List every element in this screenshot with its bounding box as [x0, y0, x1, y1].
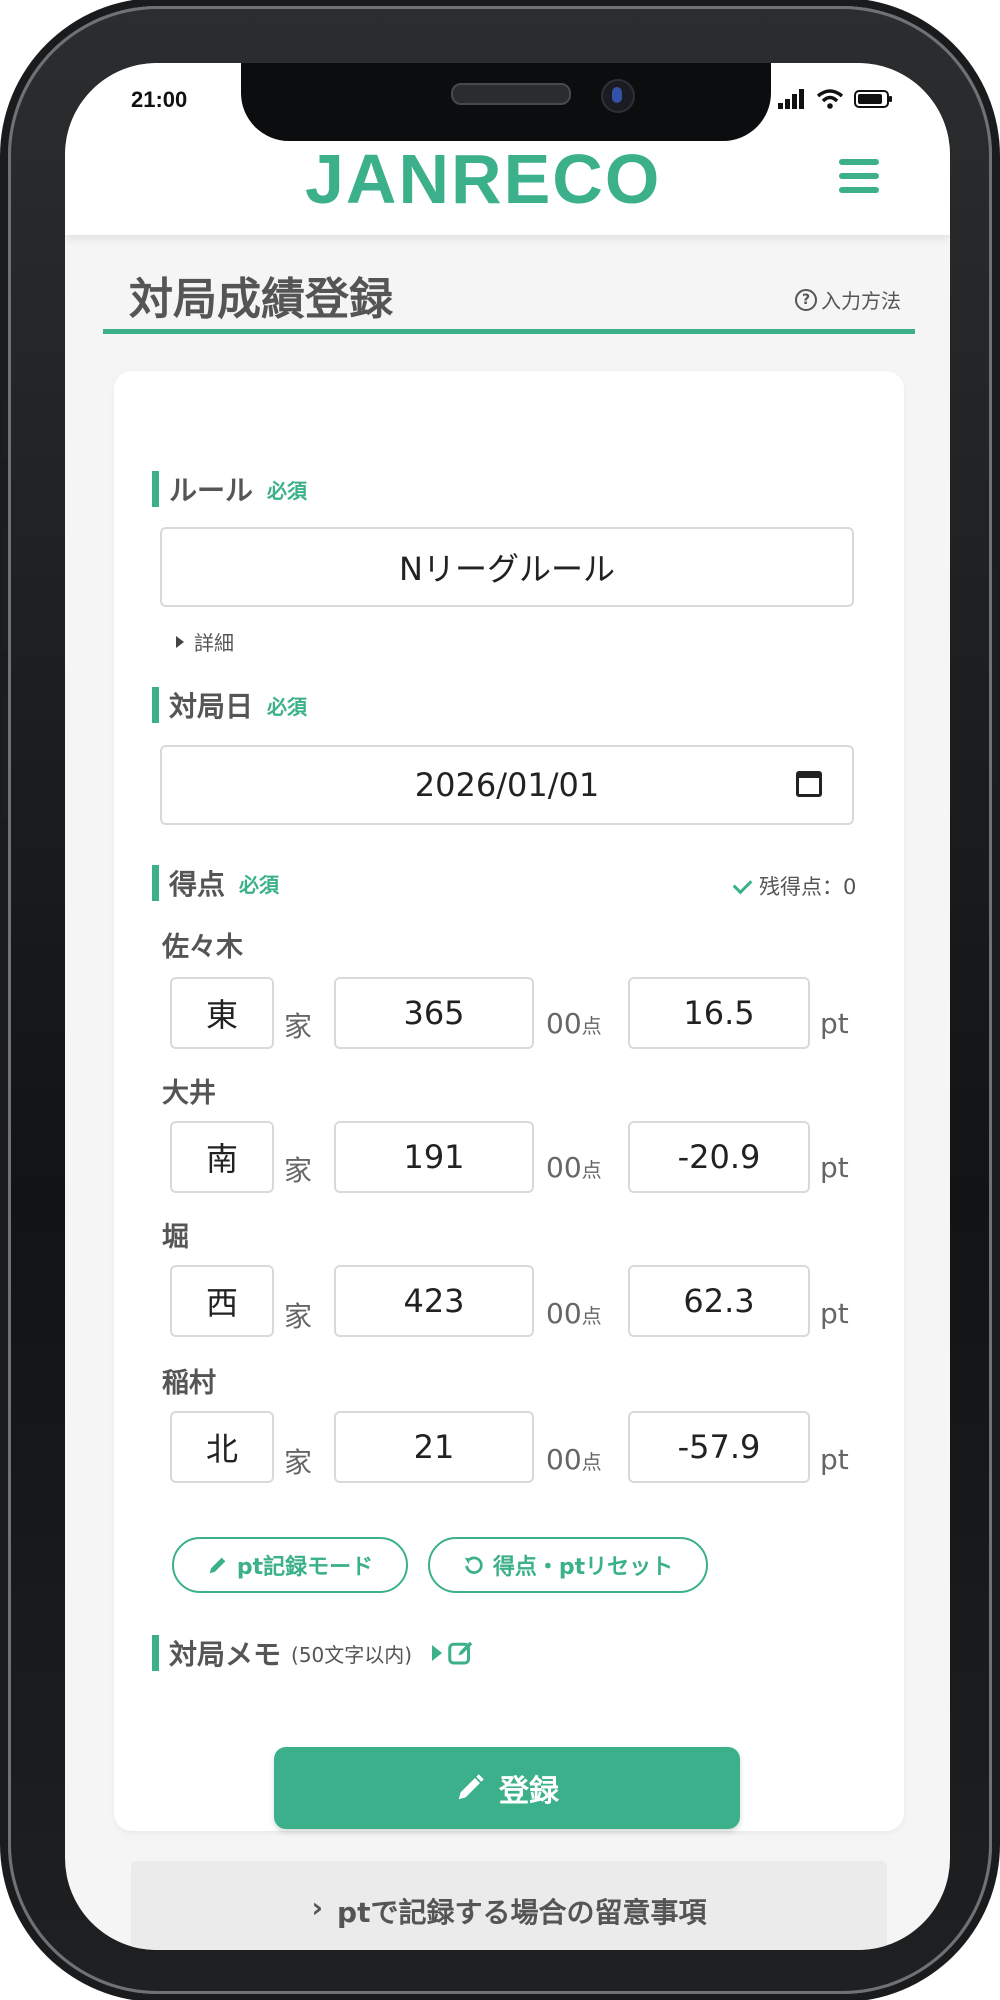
seat-suffix: 家	[284, 1010, 313, 1043]
seat-suffix: 家	[284, 1300, 313, 1333]
page-title: 対局成績登録	[129, 274, 393, 325]
phone-screen: JANRECO 21:00 対局成績登録 ? 入力方法 ルール 必須 Nリーグル…	[65, 63, 950, 1950]
seat-input[interactable]: 西	[170, 1265, 274, 1337]
score-suffix: 00点	[546, 1297, 602, 1330]
question-circle-icon: ?	[795, 288, 817, 311]
howto-link[interactable]: ? 入力方法	[795, 285, 901, 314]
details-label: 詳細	[194, 631, 234, 655]
section-accent-bar	[152, 471, 159, 507]
undo-icon	[464, 1556, 483, 1574]
side-button-volume-up	[2, 526, 8, 652]
check-icon	[732, 874, 753, 894]
rule-details-toggle[interactable]: 詳細	[176, 627, 234, 656]
player-name: 堀	[162, 1222, 189, 1253]
score-suffix: 00点	[546, 1443, 602, 1476]
section-accent-bar	[152, 1635, 159, 1671]
section-accent-bar	[152, 865, 159, 901]
pt-notice-label: ptで記録する場合の留意事項	[337, 1896, 707, 1929]
pt-suffix: pt	[820, 1297, 849, 1330]
memo-label: 対局メモ	[169, 1638, 282, 1671]
signal-icon	[778, 89, 804, 109]
pt-input[interactable]: 16.5	[628, 977, 810, 1049]
hamburger-menu-icon[interactable]	[839, 159, 879, 199]
memo-expand-toggle[interactable]	[432, 1638, 476, 1668]
memo-hint: (50文字以内)	[291, 1642, 413, 1667]
pt-suffix: pt	[820, 1151, 849, 1184]
score-suffix: 00点	[546, 1007, 602, 1040]
pt-input[interactable]: 62.3	[628, 1265, 810, 1337]
date-label: 対局日	[169, 690, 254, 723]
chevron-right-icon: ›	[311, 1891, 324, 1924]
seat-input[interactable]: 東	[170, 977, 274, 1049]
remaining-score: 残得点：0	[732, 871, 857, 901]
date-value: 2026/01/01	[414, 766, 600, 804]
score-label: 得点	[169, 868, 226, 901]
section-accent-bar	[152, 687, 159, 723]
app-logo[interactable]: JANRECO	[305, 139, 661, 219]
status-icons	[778, 89, 894, 109]
date-input[interactable]: 2026/01/01	[160, 745, 854, 825]
pt-input[interactable]: -20.9	[628, 1121, 810, 1193]
seat-suffix: 家	[284, 1446, 313, 1479]
side-button-volume-down	[2, 694, 8, 820]
expand-triangle-icon	[432, 1645, 443, 1661]
calendar-icon[interactable]	[796, 771, 822, 797]
pt-suffix: pt	[820, 1443, 849, 1476]
rule-select[interactable]: Nリーグルール	[160, 527, 854, 607]
speaker-grille	[451, 83, 571, 105]
score-input[interactable]: 21	[334, 1411, 534, 1483]
rule-label: ルール	[169, 474, 254, 507]
phone-frame: JANRECO 21:00 対局成績登録 ? 入力方法 ルール 必須 Nリーグル…	[2, 6, 998, 1994]
pt-input[interactable]: -57.9	[628, 1411, 810, 1483]
pt-suffix: pt	[820, 1007, 849, 1040]
remaining-score-text: 残得点：0	[759, 875, 857, 899]
score-suffix: 00点	[546, 1151, 602, 1184]
score-input[interactable]: 365	[334, 977, 534, 1049]
score-form-card: ルール 必須 Nリーグルール 詳細 対局日 必須 2026/01/01 得点 必…	[114, 371, 904, 1831]
side-button-power	[992, 566, 998, 786]
seat-input[interactable]: 南	[170, 1121, 274, 1193]
submit-register-button[interactable]: 登録	[274, 1747, 740, 1829]
memo-section-label: 対局メモ (50文字以内)	[152, 1633, 476, 1673]
pencil-icon	[209, 1557, 226, 1574]
player-name: 大井	[162, 1078, 216, 1109]
front-camera	[601, 79, 635, 113]
required-badge: 必須	[267, 478, 308, 503]
score-section-label: 得点 必須	[152, 863, 279, 903]
wifi-icon	[816, 89, 844, 109]
seat-suffix: 家	[284, 1154, 313, 1187]
rule-section-label: ルール 必須	[152, 469, 307, 509]
player-name: 佐々木	[162, 932, 243, 963]
edit-note-icon	[448, 1641, 473, 1665]
side-button-mute	[2, 398, 8, 460]
player-name: 稲村	[162, 1368, 216, 1399]
score-input[interactable]: 191	[334, 1121, 534, 1193]
pt-record-mode-button[interactable]: pt記録モード	[172, 1537, 408, 1593]
submit-label: 登録	[499, 1774, 559, 1809]
required-badge: 必須	[239, 872, 280, 897]
disclosure-triangle-icon	[176, 635, 184, 648]
required-badge: 必須	[267, 694, 308, 719]
status-time: 21:00	[131, 87, 188, 112]
title-underline	[103, 329, 915, 334]
score-input[interactable]: 423	[334, 1265, 534, 1337]
pt-notice-accordion[interactable]: › ptで記録する場合の留意事項	[131, 1861, 887, 1950]
date-section-label: 対局日 必須	[152, 685, 307, 725]
seat-input[interactable]: 北	[170, 1411, 274, 1483]
howto-label: 入力方法	[821, 289, 901, 313]
phone-notch	[241, 63, 771, 141]
reset-score-pt-button[interactable]: 得点・ptリセット	[428, 1537, 708, 1593]
pencil-icon	[458, 1774, 484, 1800]
battery-icon	[854, 90, 892, 108]
